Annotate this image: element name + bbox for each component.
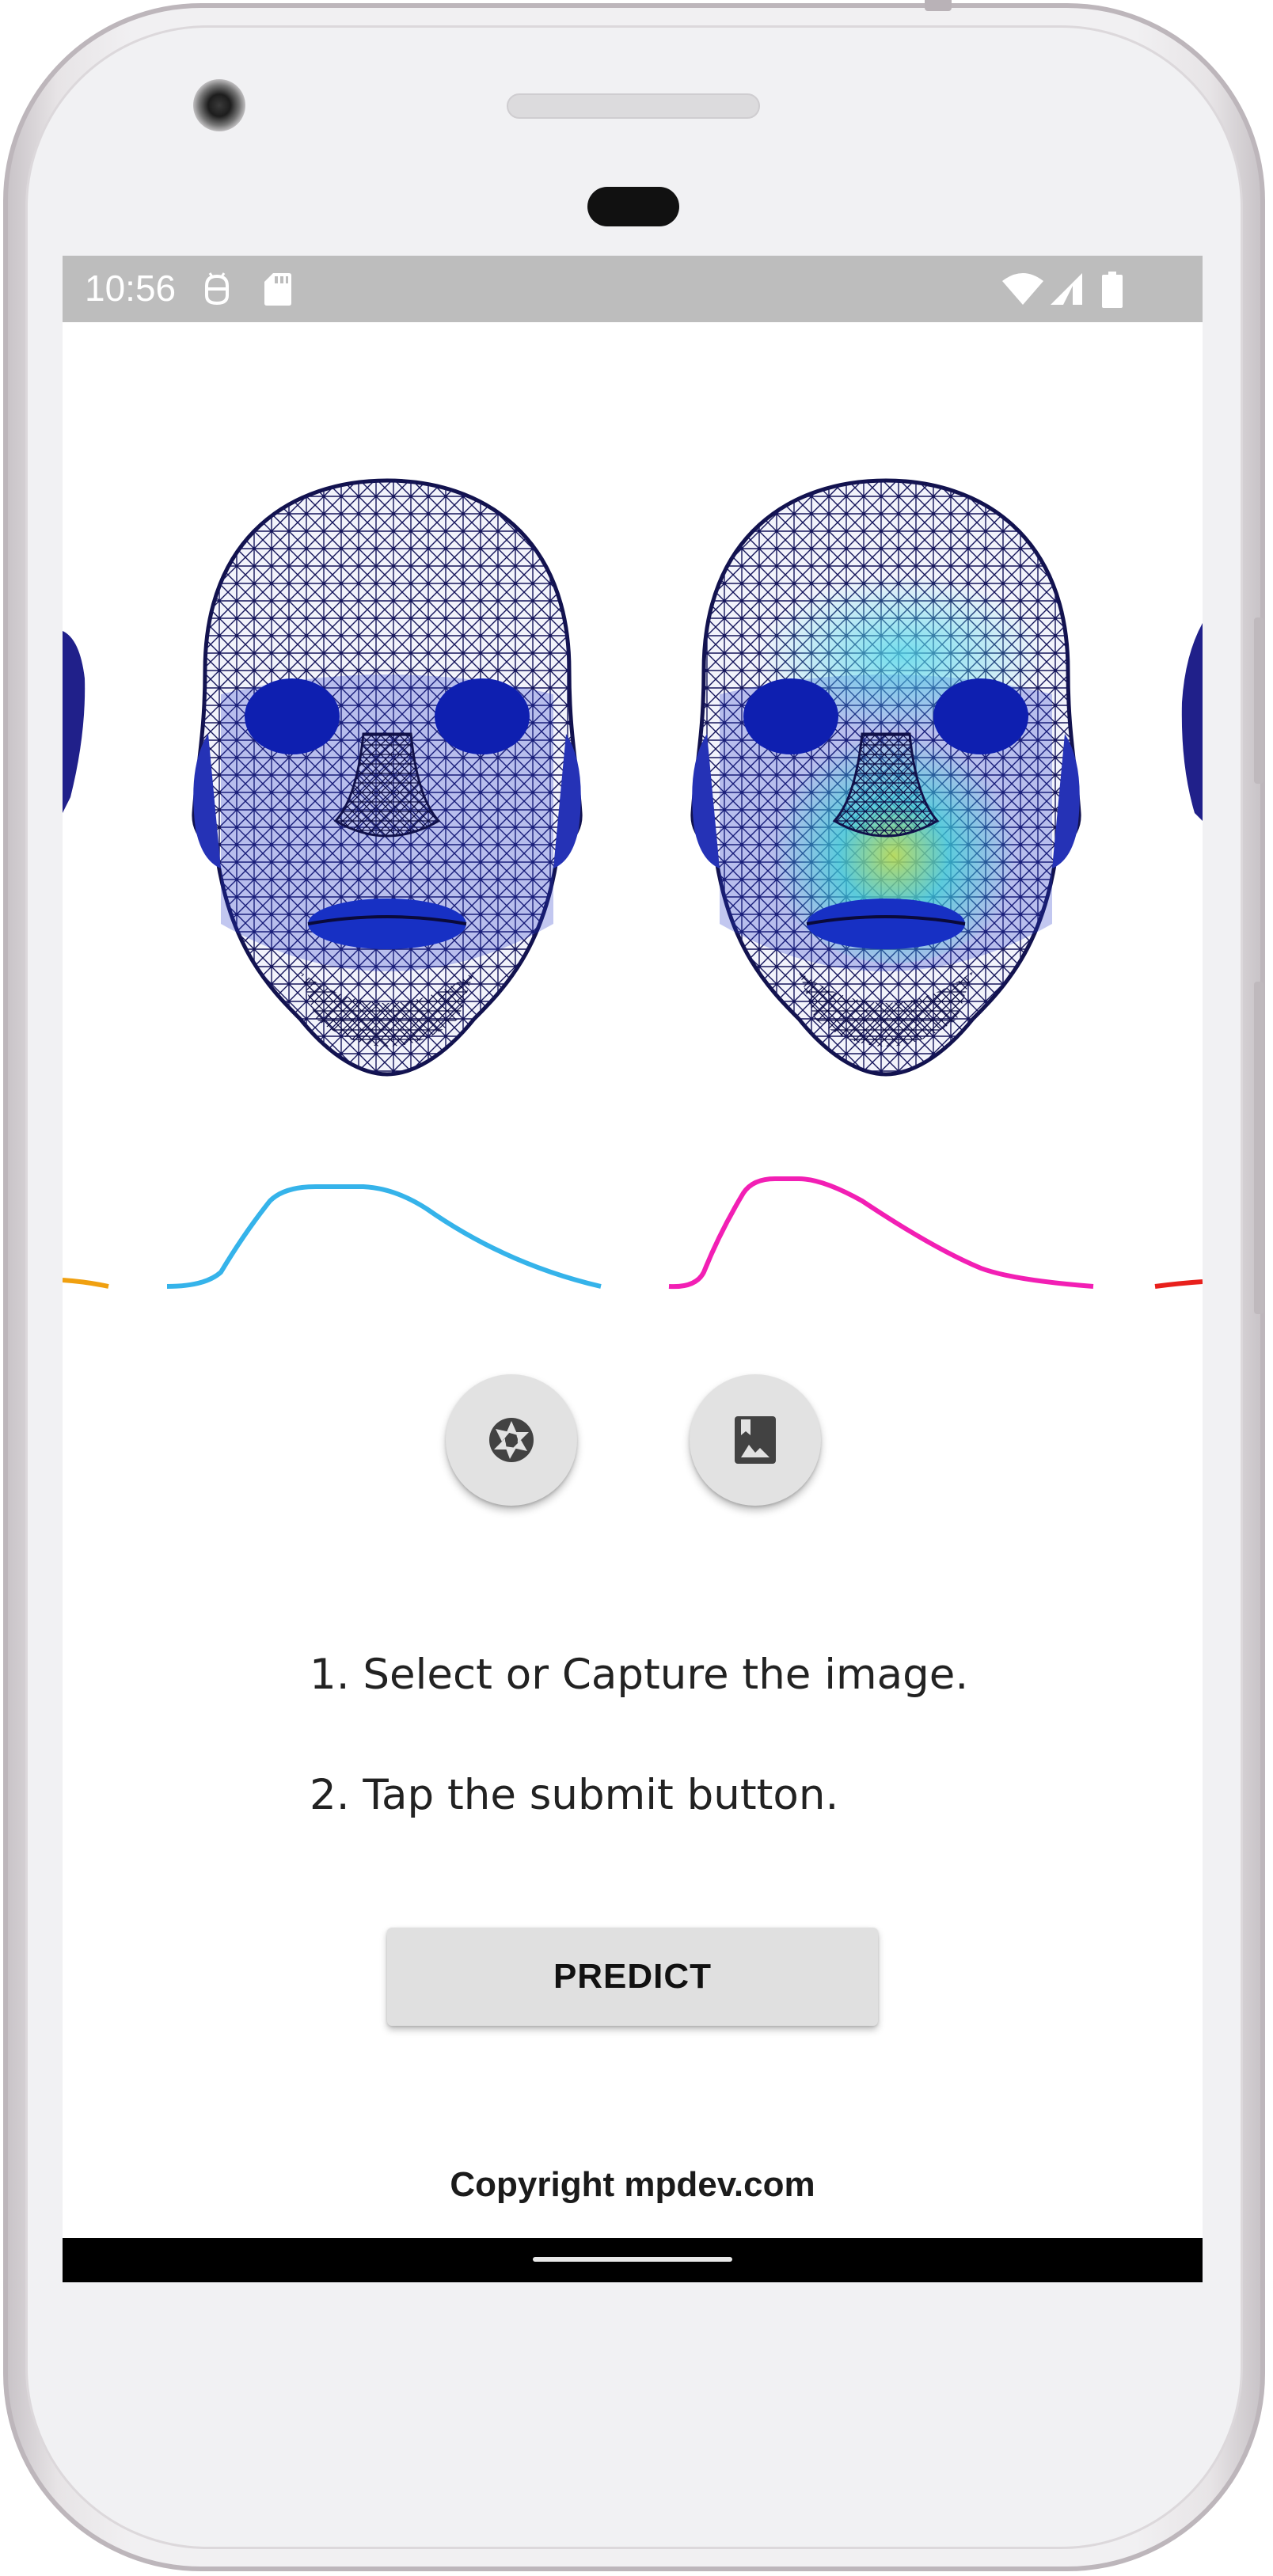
- app-screen: 10:56 1. Select or Capture the image. 2.…: [63, 256, 1203, 2282]
- select-image-button[interactable]: [690, 1374, 821, 1506]
- camera-shutter-icon: [489, 1418, 534, 1462]
- copyright-text: Copyright mpdev.com: [450, 2165, 815, 2204]
- instruction-step-2: 2. Tap the submit button.: [310, 1771, 839, 1819]
- capture-image-button[interactable]: [446, 1374, 577, 1506]
- status-bar: 10:56: [63, 256, 1203, 322]
- face-mesh-illustration: [63, 478, 1203, 1290]
- proximity-sensor: [587, 187, 679, 226]
- battery-icon: [1102, 272, 1123, 308]
- heatmap-mesh-face: [690, 478, 1081, 1077]
- volume-button: [1254, 617, 1264, 784]
- front-camera: [193, 79, 245, 131]
- partial-face-left: [63, 631, 86, 813]
- curve-orange: [63, 1278, 109, 1289]
- wifi-icon: [1002, 273, 1043, 305]
- earpiece-speaker: [507, 93, 760, 119]
- sd-card-icon: [264, 273, 291, 306]
- predict-button[interactable]: PREDICT: [387, 1928, 878, 2026]
- plain-mesh-face: [192, 478, 583, 1077]
- curve-red: [1154, 1279, 1203, 1289]
- curve-pink: [668, 1176, 1094, 1290]
- home-gesture-handle[interactable]: [533, 2257, 732, 2262]
- signal-icon: [1051, 273, 1082, 305]
- photo-album-icon: [735, 1416, 776, 1464]
- curve-blue: [166, 1184, 602, 1289]
- phone-top-accent: [925, 0, 952, 11]
- power-button: [1254, 982, 1264, 1314]
- android-debug-icon: [205, 272, 229, 306]
- status-time: 10:56: [85, 268, 177, 309]
- partial-face-right: [1181, 623, 1203, 821]
- navigation-bar: [63, 2238, 1203, 2282]
- instruction-step-1: 1. Select or Capture the image.: [310, 1651, 969, 1699]
